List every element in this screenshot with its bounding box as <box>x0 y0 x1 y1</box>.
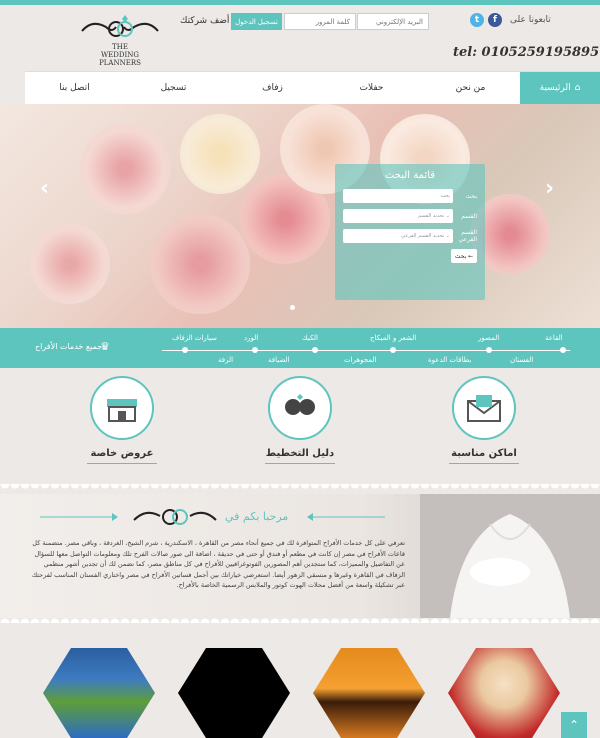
shop-icon <box>107 399 137 422</box>
envelope-icon <box>467 395 501 422</box>
logo-text-3: PLANNERS <box>99 59 141 67</box>
features-section: اماكن مناسبة دليل التخطيط عروض خاصة <box>0 368 600 486</box>
nav-item-home[interactable]: ⌂ الرئيسية <box>520 72 600 104</box>
facebook-icon[interactable]: f <box>488 13 502 27</box>
gallery-image-sunset[interactable] <box>313 648 425 738</box>
service-cars[interactable]: سيارات الزفاف <box>172 334 217 342</box>
service-photographer[interactable]: المصور <box>478 334 499 342</box>
chevron-down-icon: ⌄ <box>445 213 450 219</box>
category-label: القسم <box>461 212 477 220</box>
service-jewelry[interactable]: المجوهرات <box>344 356 376 364</box>
hero-slider: ‹ › قائمة البحث بحث بحث القسم ⌄ تحديد ال… <box>0 104 600 328</box>
slider-prev-icon[interactable]: ‹ <box>40 176 49 201</box>
crown-icon: ♛ <box>100 340 110 353</box>
header: تابعونا على f t تسجيل الدخول أضف شركتك T… <box>0 5 600 71</box>
gallery-image-athletes[interactable] <box>43 648 155 738</box>
service-flowers[interactable]: الورد <box>244 334 258 342</box>
subcategory-select[interactable]: ⌄ تحديد القسم الفرعي <box>343 229 453 243</box>
search-button[interactable]: ← بحث <box>451 249 477 263</box>
divider-ornament-icon <box>307 513 385 521</box>
feature-offers[interactable]: عروض خاصة <box>52 376 192 464</box>
service-zaffa[interactable]: الزفة <box>218 356 233 364</box>
email-input[interactable] <box>357 13 429 30</box>
services-bar: القاعة المصور الشعر و الميكاج الكيك الور… <box>0 328 600 368</box>
search-button-label: بحث <box>454 252 467 260</box>
slider-dot[interactable] <box>290 305 295 310</box>
social-links: تابعونا على f t <box>470 13 551 27</box>
subcategory-value: تحديد القسم الفرعي <box>401 233 445 239</box>
main-nav: ⌂ الرئيسية من نحن حفلات زفاف تسجيل اتصل … <box>25 71 600 104</box>
divider-ornament-icon <box>40 513 118 521</box>
login-button[interactable]: تسجيل الدخول <box>231 13 282 30</box>
search-label: بحث <box>465 192 477 200</box>
feature-guide[interactable]: دليل التخطيط <box>230 376 370 464</box>
feature-offers-title: عروض خاصة <box>90 448 154 459</box>
add-company-link[interactable]: أضف شركتك <box>180 16 229 26</box>
home-icon: ⌂ <box>574 83 581 93</box>
scroll-top-button[interactable]: ⌃ <box>561 712 587 738</box>
password-input[interactable] <box>284 13 356 30</box>
arrow-left-icon: ← <box>468 252 474 260</box>
nav-item-contact[interactable]: اتصل بنا <box>25 72 124 104</box>
couple-icon <box>285 394 315 415</box>
logo-rings-icon <box>133 509 217 525</box>
hero-image <box>80 124 170 214</box>
all-services-link[interactable]: جميع خدمات الأفراح <box>35 342 102 351</box>
slider-next-icon[interactable]: › <box>545 176 554 201</box>
gallery <box>0 623 600 738</box>
logo-text-1: THE <box>112 43 128 51</box>
services-timeline <box>162 350 570 351</box>
phone-number: tel: 0105259195895 <box>453 45 600 60</box>
category-value: تحديد القسم <box>418 213 445 219</box>
service-dress[interactable]: الفستان <box>510 356 533 364</box>
follow-label: تابعونا على <box>510 15 551 25</box>
login-label: تسجيل الدخول <box>235 18 278 26</box>
chevron-up-icon: ⌃ <box>568 718 580 732</box>
search-panel: قائمة البحث بحث بحث القسم ⌄ تحديد القسم … <box>335 164 485 300</box>
nav-item-weddings[interactable]: زفاف <box>223 72 322 104</box>
feature-guide-title: دليل التخطيط <box>265 448 335 459</box>
feature-places-title: اماكن مناسبة <box>451 448 517 459</box>
lace-divider <box>0 484 600 494</box>
category-select[interactable]: ⌄ تحديد القسم <box>343 209 453 223</box>
nav-item-about[interactable]: من نحن <box>421 72 520 104</box>
service-cake[interactable]: الكيك <box>302 334 318 342</box>
feature-places[interactable]: اماكن مناسبة <box>414 376 554 464</box>
logo-text-2: WEDDING <box>100 51 139 59</box>
twitter-icon[interactable]: t <box>470 13 484 27</box>
welcome-section: مرحبا بكم في تعرفي على كل خدمات الأفراح … <box>0 494 600 618</box>
service-invitations[interactable]: بطاقات الدعوة <box>428 356 471 364</box>
logo[interactable]: THE WEDDING PLANNERS <box>72 13 168 71</box>
gallery-image-portrait[interactable] <box>448 648 560 738</box>
service-hair-makeup[interactable]: الشعر و الميكاج <box>370 334 416 342</box>
lace-divider <box>0 615 600 623</box>
search-input[interactable]: بحث <box>343 189 453 203</box>
service-hall[interactable]: القاعة <box>545 334 563 342</box>
service-hospitality[interactable]: الضيافة <box>268 356 290 364</box>
search-title: قائمة البحث <box>384 170 436 181</box>
logo-rings-icon <box>81 15 159 37</box>
subcategory-label: القسم الفرعي <box>458 229 477 243</box>
nav-item-parties[interactable]: حفلات <box>322 72 421 104</box>
nav-home-label: الرئيسية <box>539 83 571 93</box>
bride-image <box>420 494 600 618</box>
chevron-down-icon: ⌄ <box>445 233 450 239</box>
welcome-title: مرحبا بكم في <box>225 510 289 523</box>
gallery-image-dark[interactable] <box>178 648 290 738</box>
welcome-text: تعرفي على كل خدمات الأفراح المتوافرة لك … <box>31 539 405 589</box>
nav-item-register[interactable]: تسجيل <box>124 72 223 104</box>
